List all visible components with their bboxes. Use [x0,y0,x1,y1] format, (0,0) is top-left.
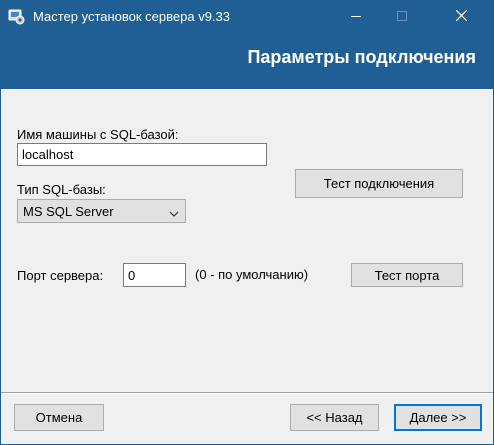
port-hint: (0 - по умолчанию) [195,267,309,282]
close-icon [455,9,467,24]
page-header: Параметры подключения [1,31,493,89]
next-button[interactable]: Далее >> [394,404,482,431]
footer-divider [1,392,493,394]
minimize-icon [351,9,361,24]
chevron-down-icon [169,206,179,217]
port-input[interactable] [123,263,186,287]
back-button[interactable]: << Назад [290,404,379,431]
maximize-button[interactable] [379,1,425,31]
db-type-label: Тип SQL-базы: [17,182,106,197]
host-input[interactable] [17,143,267,166]
close-button[interactable] [438,1,484,31]
test-port-button[interactable]: Тест порта [351,263,463,287]
db-type-value: MS SQL Server [23,204,114,219]
host-label: Имя машины с SQL-базой: [17,127,179,142]
cancel-button[interactable]: Отмена [14,404,104,431]
db-type-select[interactable]: MS SQL Server [17,199,186,223]
installer-icon [7,7,25,25]
page-title: Параметры подключения [247,47,476,67]
port-label: Порт сервера: [17,268,104,283]
title-bar[interactable]: Мастер установок сервера v9.33 [1,1,493,31]
test-connection-button[interactable]: Тест подключения [295,169,463,198]
window-title: Мастер установок сервера v9.33 [33,9,230,24]
minimize-button[interactable] [333,1,379,31]
maximize-icon [397,9,407,24]
installer-window: Мастер установок сервера v9.33 Параметры… [0,0,494,445]
